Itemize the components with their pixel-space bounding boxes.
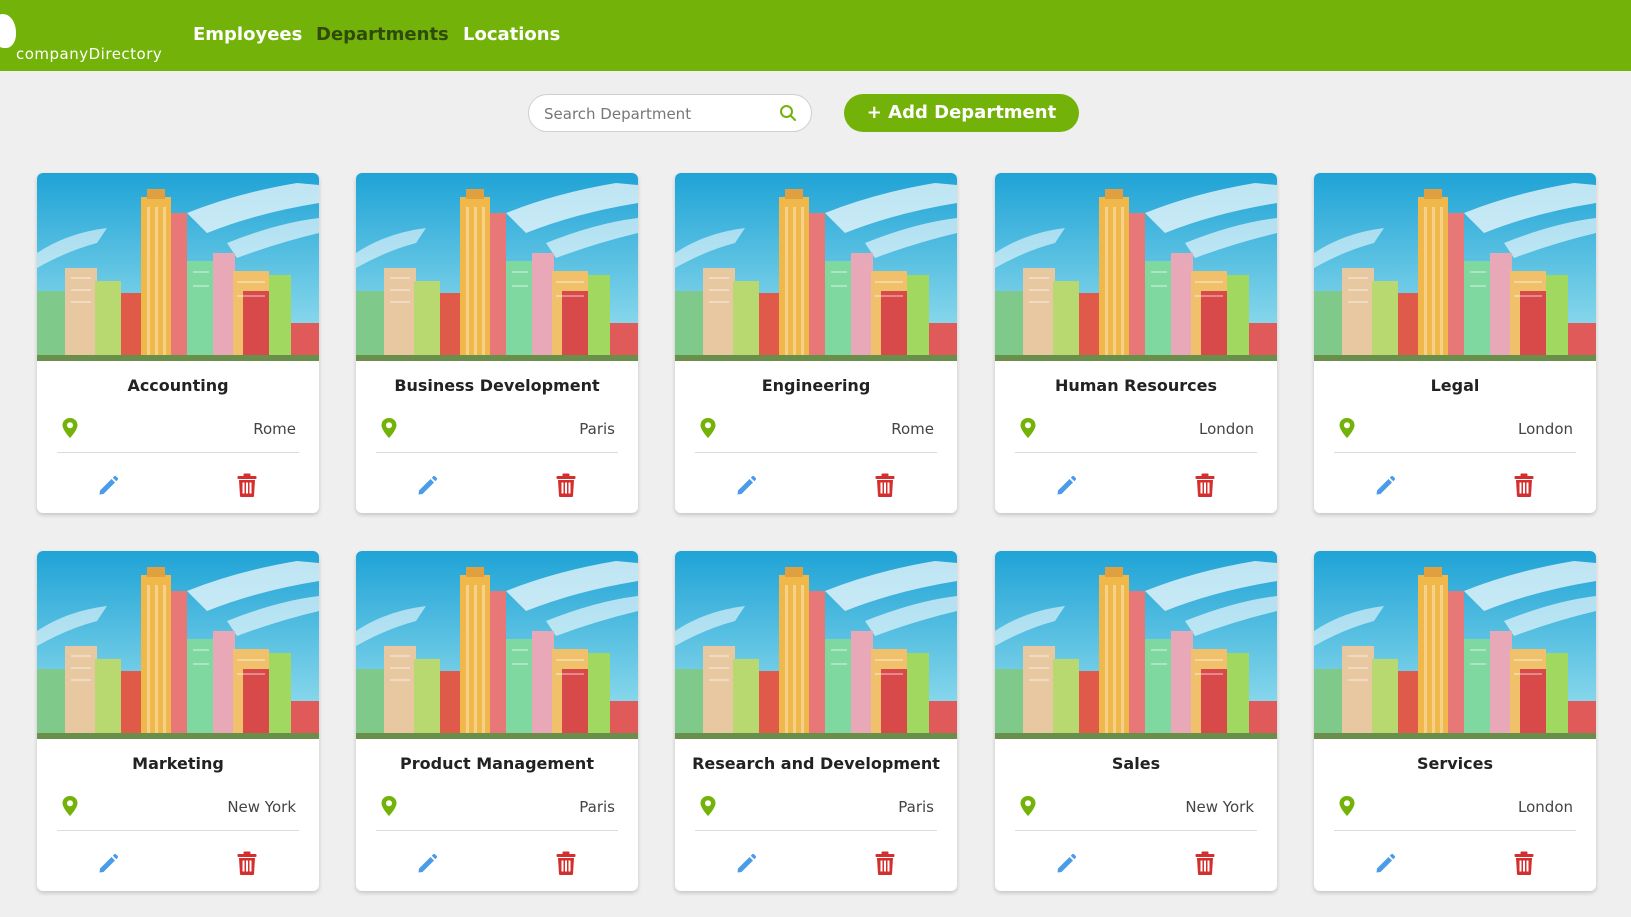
delete-trash-icon[interactable] (1195, 473, 1215, 497)
delete-trash-icon[interactable] (1514, 473, 1534, 497)
department-location: New York (1185, 798, 1254, 816)
delete-trash-icon[interactable] (556, 851, 576, 875)
delete-trash-icon[interactable] (237, 851, 257, 875)
city-skyline-image (995, 551, 1277, 739)
brand-logo[interactable]: companyDirectory (0, 0, 170, 71)
delete-trash-icon[interactable] (1195, 851, 1215, 875)
card-divider (695, 830, 937, 831)
card-divider (1334, 830, 1576, 831)
delete-trash-icon[interactable] (237, 473, 257, 497)
department-card: Services London (1314, 551, 1596, 891)
delete-trash-icon[interactable] (1514, 851, 1534, 875)
department-location: London (1199, 420, 1254, 438)
department-card: Marketing New York (37, 551, 319, 891)
city-skyline-image (37, 173, 319, 361)
location-pin-icon (700, 796, 716, 816)
location-pin-icon (381, 796, 397, 816)
department-location: Paris (579, 420, 615, 438)
department-location: London (1518, 798, 1573, 816)
logo-mark-icon (0, 14, 16, 48)
location-pin-icon (1020, 418, 1036, 438)
edit-pencil-icon[interactable] (735, 853, 757, 875)
department-name: Engineering (761, 376, 871, 395)
edit-pencil-icon[interactable] (1055, 475, 1077, 497)
edit-pencil-icon[interactable] (1055, 853, 1077, 875)
department-location: Paris (579, 798, 615, 816)
department-name: Research and Development (692, 754, 940, 773)
add-department-button[interactable]: + Add Department (844, 94, 1079, 132)
delete-trash-icon[interactable] (556, 473, 576, 497)
search-input[interactable] (544, 103, 774, 125)
card-divider (57, 452, 299, 453)
city-skyline-image (1314, 173, 1596, 361)
card-divider (1015, 830, 1257, 831)
card-divider (57, 830, 299, 831)
city-skyline-image (356, 551, 638, 739)
edit-pencil-icon[interactable] (97, 475, 119, 497)
search-box (528, 94, 812, 132)
department-card: Accounting Rome (37, 173, 319, 513)
location-pin-icon (1339, 796, 1355, 816)
city-skyline-image (37, 551, 319, 739)
card-divider (695, 452, 937, 453)
location-pin-icon (1020, 796, 1036, 816)
department-card: Legal London (1314, 173, 1596, 513)
edit-pencil-icon[interactable] (735, 475, 757, 497)
top-navbar: companyDirectory Employees Departments L… (0, 0, 1631, 71)
location-pin-icon (700, 418, 716, 438)
card-divider (1334, 452, 1576, 453)
location-pin-icon (1339, 418, 1355, 438)
city-skyline-image (356, 173, 638, 361)
department-card: Engineering Rome (675, 173, 957, 513)
city-skyline-image (675, 551, 957, 739)
department-name: Product Management (400, 754, 594, 773)
card-divider (376, 452, 618, 453)
department-name: Business Development (394, 376, 600, 395)
nav-departments[interactable]: Departments (316, 24, 449, 45)
department-name: Human Resources (1054, 376, 1218, 395)
edit-pencil-icon[interactable] (416, 475, 438, 497)
location-pin-icon (381, 418, 397, 438)
department-card: Human Resources London (995, 173, 1277, 513)
add-department-label: Add Department (888, 102, 1057, 123)
department-location: Paris (898, 798, 934, 816)
department-card: Sales New York (995, 551, 1277, 891)
edit-pencil-icon[interactable] (97, 853, 119, 875)
department-card: Business Development Paris (356, 173, 638, 513)
search-icon[interactable] (779, 104, 797, 122)
city-skyline-image (675, 173, 957, 361)
city-skyline-image (1314, 551, 1596, 739)
edit-pencil-icon[interactable] (1374, 475, 1396, 497)
nav-employees[interactable]: Employees (193, 24, 302, 45)
department-card: Research and Development Paris (675, 551, 957, 891)
card-divider (376, 830, 618, 831)
department-location: Rome (891, 420, 934, 438)
delete-trash-icon[interactable] (875, 851, 895, 875)
edit-pencil-icon[interactable] (1374, 853, 1396, 875)
department-name: Marketing (132, 754, 224, 773)
card-divider (1015, 452, 1257, 453)
department-name: Legal (1430, 376, 1480, 395)
department-card: Product Management Paris (356, 551, 638, 891)
department-name: Sales (1111, 754, 1161, 773)
department-name: Services (1416, 754, 1494, 773)
department-name: Accounting (127, 376, 229, 395)
delete-trash-icon[interactable] (875, 473, 895, 497)
department-location: London (1518, 420, 1573, 438)
edit-pencil-icon[interactable] (416, 853, 438, 875)
nav-locations[interactable]: Locations (463, 24, 560, 45)
location-pin-icon (62, 418, 78, 438)
brand-name: companyDirectory (16, 45, 163, 63)
plus-icon: + (866, 102, 882, 123)
location-pin-icon (62, 796, 78, 816)
city-skyline-image (995, 173, 1277, 361)
department-location: New York (227, 798, 296, 816)
department-location: Rome (253, 420, 296, 438)
